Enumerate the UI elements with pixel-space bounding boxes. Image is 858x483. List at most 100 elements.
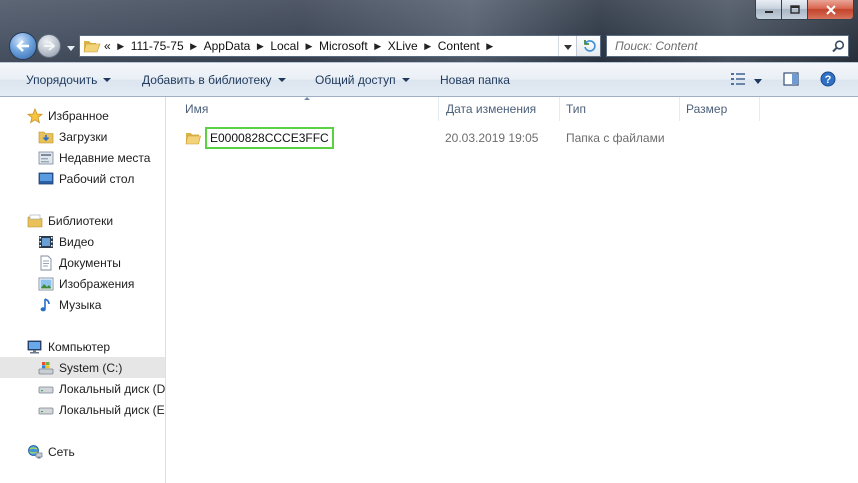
chevron-right-icon[interactable]: ▶: [187, 36, 201, 56]
back-button[interactable]: [9, 32, 37, 60]
chevron-down-icon: [563, 39, 572, 53]
column-header-label: Дата изменения: [446, 102, 537, 116]
column-header-size[interactable]: Размер: [680, 97, 760, 121]
column-header-type[interactable]: Тип: [560, 97, 680, 121]
sidebar-item-label: Локальный диск (E:: [59, 402, 166, 417]
breadcrumb-item[interactable]: 111-75-75: [128, 36, 187, 56]
new-folder-button[interactable]: Новая папка: [440, 63, 510, 97]
column-header-label: Размер: [686, 102, 728, 116]
add-to-library-label: Добавить в библиотеку: [142, 73, 272, 87]
sidebar-item-recent-places[interactable]: Недавние места: [0, 147, 165, 168]
change-view-button[interactable]: [728, 70, 764, 90]
sidebar-item-label: Загрузки: [59, 129, 108, 144]
share-button[interactable]: Общий доступ: [315, 63, 410, 97]
sidebar-group-favorites[interactable]: Избранное: [0, 105, 165, 126]
sidebar-item-music[interactable]: Музыка: [0, 294, 165, 315]
breadcrumb-item-current[interactable]: Content: [435, 36, 483, 56]
rename-input[interactable]: E0000828CCCE3FFC: [205, 127, 334, 149]
chevron-right-icon[interactable]: ▶: [302, 36, 316, 56]
address-bar-actions: [558, 36, 600, 56]
minimize-icon: [764, 6, 774, 14]
chevron-right-icon[interactable]: ▶: [421, 36, 435, 56]
search-box[interactable]: [606, 35, 849, 57]
sidebar-item-label: Изображения: [59, 276, 135, 291]
column-header-name[interactable]: Имя: [179, 97, 439, 121]
sidebar-item-desktop[interactable]: Рабочий стол: [0, 168, 165, 189]
sidebar-group-label: Сеть: [48, 444, 75, 459]
breadcrumb-item[interactable]: Microsoft: [316, 36, 371, 56]
file-name-cell[interactable]: E0000828CCCE3FFC: [185, 126, 334, 150]
sidebar-item-label: Локальный диск (D: [59, 381, 166, 396]
music-note-icon: [38, 297, 54, 313]
sidebar-item-system-drive[interactable]: System (C:): [0, 357, 165, 378]
arrow-left-icon: [16, 40, 30, 52]
sidebar-group-label: Избранное: [48, 108, 109, 123]
help-button[interactable]: ?: [818, 70, 838, 90]
sidebar-item-local-disk-e[interactable]: Локальный диск (E:: [0, 399, 166, 420]
history-buttons: [9, 32, 79, 60]
file-list: Имя Дата изменения Тип Размер E0000828CC…: [167, 97, 858, 483]
drive-icon: [38, 381, 54, 397]
minimize-button[interactable]: [755, 0, 782, 20]
refresh-button[interactable]: [576, 36, 600, 56]
maximize-button[interactable]: [782, 0, 808, 20]
address-bar[interactable]: « ▶ 111-75-75 ▶ AppData ▶ Local ▶ Micros…: [79, 35, 601, 57]
chevron-down-icon: [754, 73, 762, 87]
sidebar-group-computer[interactable]: Компьютер: [0, 336, 165, 357]
window-titlebar: « ▶ 111-75-75 ▶ AppData ▶ Local ▶ Micros…: [0, 0, 858, 62]
libraries-icon: [27, 213, 43, 229]
preview-pane-button[interactable]: [781, 70, 801, 90]
help-icon: ?: [820, 71, 836, 90]
chevron-down-icon: [401, 78, 410, 82]
sidebar-item-videos[interactable]: Видео: [0, 231, 165, 252]
desktop-icon: [38, 171, 54, 187]
sidebar-item-label: Музыка: [59, 297, 102, 312]
search-icon[interactable]: [828, 39, 848, 53]
sidebar-item-label: Недавние места: [59, 150, 151, 165]
details-view-icon: [730, 72, 746, 89]
breadcrumb-item[interactable]: AppData: [201, 36, 254, 56]
forward-button[interactable]: [37, 34, 61, 58]
video-icon: [38, 234, 54, 250]
pictures-icon: [38, 276, 54, 292]
sidebar-item-label: Рабочий стол: [59, 171, 135, 186]
organize-button[interactable]: Упорядочить: [26, 63, 112, 97]
breadcrumb-item[interactable]: XLive: [385, 36, 421, 56]
chevron-right-icon[interactable]: ▶: [483, 36, 497, 56]
recent-places-icon: [38, 150, 54, 166]
add-to-library-button[interactable]: Добавить в библиотеку: [142, 63, 286, 97]
maximize-icon: [789, 5, 800, 14]
sidebar-item-label: System (C:): [59, 360, 123, 375]
sidebar-item-downloads[interactable]: Загрузки: [0, 126, 165, 147]
sidebar-group-libraries[interactable]: Библиотеки: [0, 210, 165, 231]
command-bar: Упорядочить Добавить в библиотеку Общий …: [0, 62, 858, 97]
close-button[interactable]: [808, 0, 854, 20]
downloads-folder-icon: [38, 129, 54, 145]
sort-ascending-icon: [304, 97, 310, 100]
sidebar-group-label: Компьютер: [48, 339, 111, 354]
arrow-right-icon: [43, 41, 55, 51]
sidebar-group-network[interactable]: Сеть: [0, 441, 165, 462]
drive-icon: [38, 402, 54, 418]
column-header-label: Тип: [566, 102, 587, 116]
breadcrumb-item[interactable]: Local: [267, 36, 302, 56]
caption-buttons: [755, 0, 854, 20]
breadcrumb-overflow[interactable]: «: [101, 36, 114, 56]
folder-icon: [83, 38, 101, 54]
column-header-date[interactable]: Дата изменения: [440, 97, 560, 121]
sidebar-item-pictures[interactable]: Изображения: [0, 273, 165, 294]
file-type-cell: Папка с файлами: [566, 131, 665, 145]
sidebar-item-documents[interactable]: Документы: [0, 252, 165, 273]
chevron-right-icon[interactable]: ▶: [114, 36, 128, 56]
address-history-dropdown[interactable]: [558, 36, 576, 56]
recent-pages-dropdown[interactable]: [64, 41, 78, 53]
file-date-cell: 20.03.2019 19:05: [445, 131, 539, 145]
chevron-right-icon[interactable]: ▶: [371, 36, 385, 56]
chevron-right-icon[interactable]: ▶: [253, 36, 267, 56]
search-input[interactable]: [607, 37, 828, 55]
sidebar-item-local-disk-d[interactable]: Локальный диск (D: [0, 378, 166, 399]
chevron-down-icon: [103, 78, 112, 82]
file-row[interactable]: E0000828CCCE3FFC 20.03.2019 19:05 Папка …: [181, 126, 665, 150]
column-header-label: Имя: [185, 102, 209, 116]
sidebar-group-label: Библиотеки: [48, 213, 114, 228]
